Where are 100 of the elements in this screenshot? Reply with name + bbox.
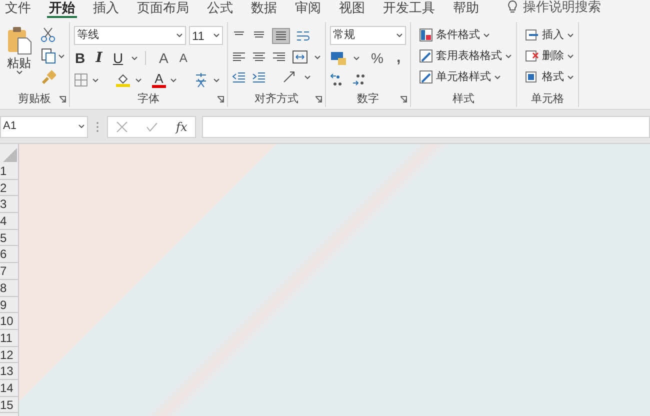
dialog-launcher-icon[interactable] xyxy=(315,96,322,103)
paste-button[interactable]: 粘贴 xyxy=(4,26,34,85)
phonetic-guide-icon[interactable] xyxy=(193,72,209,88)
wrap-text-icon[interactable] xyxy=(296,29,310,43)
fill-color-icon[interactable] xyxy=(115,72,131,88)
group-label: 剪贴板 xyxy=(18,92,51,106)
ribbon-tab[interactable]: 公式 xyxy=(205,0,235,18)
group-label: 字体 xyxy=(138,92,160,106)
conditional-formatting-icon xyxy=(419,28,433,42)
align-left-icon[interactable] xyxy=(232,51,246,63)
row-header[interactable]: 9 xyxy=(0,296,18,314)
align-center-icon[interactable] xyxy=(252,51,266,63)
cells-menu-button[interactable]: 格式 xyxy=(525,68,574,86)
group-label: 样式 xyxy=(452,92,474,106)
table-format-icon xyxy=(419,49,433,63)
lightbulb-icon xyxy=(507,0,518,14)
percent-button[interactable]: % xyxy=(371,48,384,68)
caret-icon xyxy=(396,33,403,38)
font-size-field[interactable]: 11 xyxy=(189,26,223,45)
caret-icon xyxy=(170,78,177,82)
increase-font-size-button[interactable]: A xyxy=(159,48,168,68)
row-header[interactable]: 6 xyxy=(0,246,18,264)
align-right-icon[interactable] xyxy=(272,51,286,63)
caret-icon xyxy=(131,56,138,60)
caret-icon xyxy=(135,78,142,82)
caret-icon xyxy=(92,78,99,82)
caret-icon xyxy=(567,32,574,38)
caret-icon xyxy=(483,32,490,38)
caret-icon xyxy=(213,78,220,82)
row-header[interactable]: 3 xyxy=(0,196,18,214)
name-box[interactable]: A1 xyxy=(0,116,88,138)
ribbon-tab[interactable]: 页面布局 xyxy=(135,0,191,18)
decrease-decimal-icon[interactable] xyxy=(352,73,366,87)
font-name-field[interactable]: 等线 xyxy=(74,26,186,45)
caret-icon xyxy=(58,54,65,58)
row-header[interactable]: 4 xyxy=(0,213,18,230)
caret-icon xyxy=(304,74,311,80)
borders-icon[interactable] xyxy=(74,73,88,87)
caret-icon xyxy=(567,54,574,58)
row-header[interactable]: 11 xyxy=(0,330,18,347)
enter-checkmark-icon[interactable] xyxy=(146,122,158,132)
row-header[interactable]: 14 xyxy=(0,380,18,397)
row-header[interactable]: 7 xyxy=(0,263,18,280)
row-header[interactable]: 10 xyxy=(0,313,18,330)
comma-style-button[interactable]: , xyxy=(396,46,401,70)
caret-icon xyxy=(505,54,512,58)
ribbon-tab[interactable]: 文件 xyxy=(3,0,33,18)
ribbon-tab[interactable]: 视图 xyxy=(337,0,367,18)
format-cells-icon xyxy=(525,70,539,84)
row-header[interactable]: 1 xyxy=(0,163,18,180)
ribbon-tab[interactable]: 帮助 xyxy=(451,0,481,18)
cells-menu-button[interactable]: 插入 xyxy=(525,26,574,44)
more-options-icon xyxy=(96,120,99,132)
caret-icon xyxy=(176,33,183,38)
caret-icon xyxy=(213,33,220,38)
ribbon-tab[interactable]: 开发工具 xyxy=(381,0,437,18)
accounting-format-icon[interactable] xyxy=(330,50,348,66)
increase-decimal-icon[interactable] xyxy=(330,73,344,87)
delete-cells-icon xyxy=(525,49,539,63)
dialog-launcher-icon[interactable] xyxy=(400,96,407,103)
caret-icon xyxy=(78,124,85,129)
row-header[interactable]: 15 xyxy=(0,396,18,414)
copy-icon[interactable] xyxy=(40,48,56,64)
styles-menu-button[interactable]: 单元格样式 xyxy=(419,68,512,86)
scissors-icon[interactable] xyxy=(40,27,56,43)
bold-button[interactable]: B xyxy=(74,48,86,68)
cells-menu-button[interactable]: 删除 xyxy=(525,47,574,65)
tell-me-search[interactable]: 操作说明搜索 xyxy=(523,0,601,15)
group-label: 单元格 xyxy=(531,92,564,106)
caret-icon xyxy=(567,74,574,80)
row-header[interactable]: 5 xyxy=(0,230,18,246)
caret-icon xyxy=(16,70,22,75)
styles-menu-button[interactable]: 套用表格格式 xyxy=(419,47,512,65)
increase-indent-icon[interactable] xyxy=(252,71,266,83)
formula-input-field[interactable] xyxy=(202,116,650,138)
caret-icon xyxy=(494,74,501,80)
insert-cells-icon xyxy=(525,28,539,42)
decrease-font-size-button[interactable]: A xyxy=(179,49,188,67)
number-format-field[interactable]: 常规 xyxy=(330,26,406,45)
ribbon-tab[interactable]: 审阅 xyxy=(293,0,323,18)
ribbon-tab[interactable]: 插入 xyxy=(91,0,121,18)
italic-button[interactable]: I xyxy=(93,48,105,68)
insert-function-button[interactable]: fx xyxy=(176,118,188,136)
caret-icon xyxy=(314,54,321,60)
cell-styles-icon xyxy=(419,70,433,84)
row-header[interactable]: 13 xyxy=(0,363,18,380)
group-label: 数字 xyxy=(357,92,379,106)
row-header[interactable]: 12 xyxy=(0,346,18,364)
group-label: 对齐方式 xyxy=(254,92,298,106)
row-header[interactable]: 2 xyxy=(0,180,18,196)
dialog-launcher-icon[interactable] xyxy=(217,96,224,103)
decrease-indent-icon[interactable] xyxy=(232,71,246,83)
row-header[interactable]: 8 xyxy=(0,280,18,296)
ribbon-tab[interactable]: 数据 xyxy=(249,0,279,18)
dialog-launcher-icon[interactable] xyxy=(59,96,66,103)
styles-menu-button[interactable]: 条件格式 xyxy=(419,26,512,44)
clipboard-icon xyxy=(6,26,32,56)
underline-button[interactable]: U xyxy=(112,48,124,68)
font-color-button[interactable]: A xyxy=(152,72,166,88)
merge-center-icon[interactable] xyxy=(292,50,308,64)
